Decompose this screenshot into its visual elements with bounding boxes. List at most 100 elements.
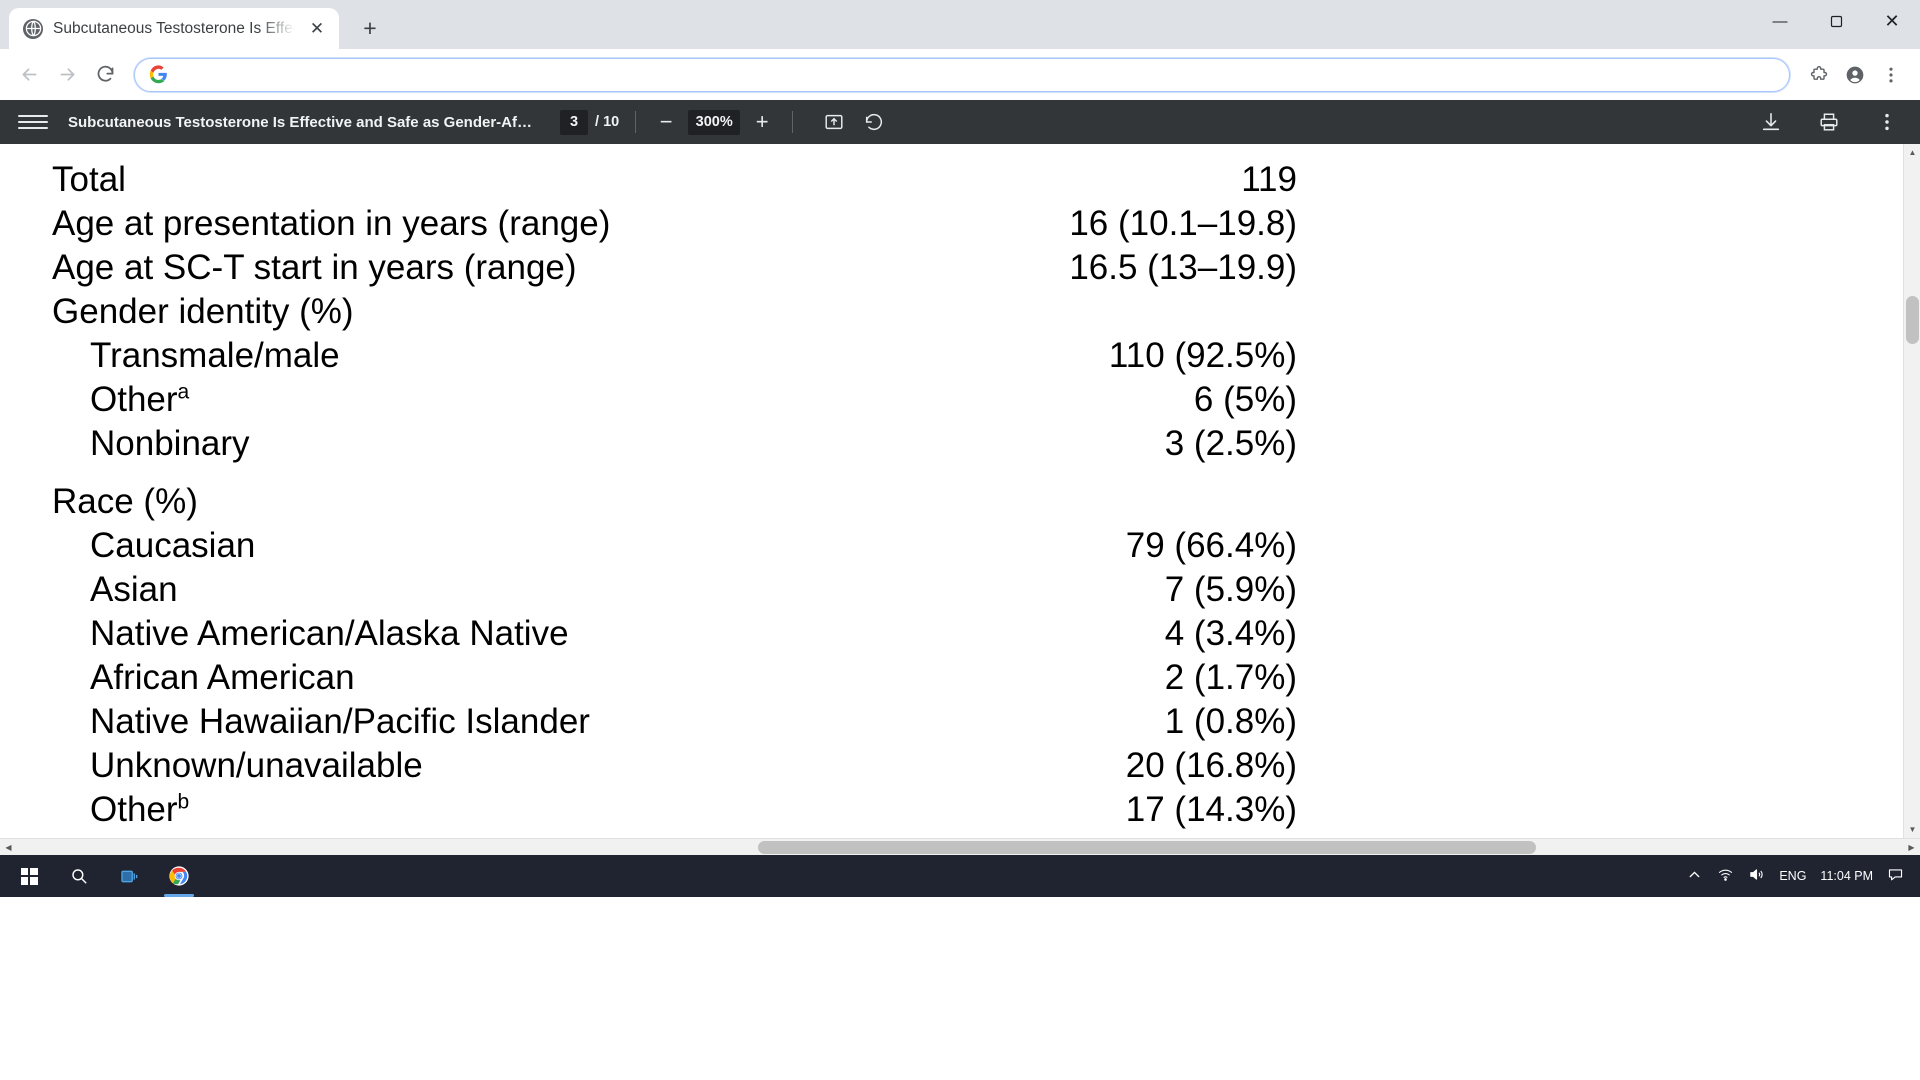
row-value xyxy=(936,290,1297,334)
scroll-right-icon[interactable]: ▶ xyxy=(1903,839,1920,856)
toolbar-divider-2 xyxy=(792,111,794,133)
row-value: 4 (3.4%) xyxy=(1164,614,1297,653)
table-row: Race (%) xyxy=(52,480,1297,524)
horizontal-scroll-thumb[interactable] xyxy=(758,841,1536,854)
row-value: 20 (16.8%) xyxy=(1125,746,1297,785)
browser-tab-title: Subcutaneous Testosterone Is Effective a… xyxy=(53,19,295,37)
row-label: Asian xyxy=(90,570,178,609)
row-label: Age at presentation in years (range) xyxy=(52,204,611,243)
windows-start-icon[interactable] xyxy=(6,855,52,897)
globe-icon xyxy=(23,18,43,39)
footnote-marker: b xyxy=(177,790,190,814)
pdf-page-total: / 10 xyxy=(595,114,620,130)
minimize-button[interactable]: — xyxy=(1752,0,1808,42)
pdf-page-indicator: 3 / 10 xyxy=(560,109,620,135)
table-row: Native Hawaiian/Pacific Islander 1 (0.8%) xyxy=(52,700,1297,744)
row-label: African American xyxy=(90,658,355,697)
row-value: 79 (66.4%) xyxy=(1125,526,1297,565)
row-value: 119 xyxy=(1241,160,1297,199)
row-value xyxy=(936,480,1297,524)
close-window-button[interactable]: ✕ xyxy=(1864,0,1920,42)
row-label: Total xyxy=(52,160,126,199)
speaker-icon[interactable] xyxy=(1748,866,1765,886)
arrow-left-icon[interactable] xyxy=(12,58,46,92)
chrome-icon[interactable] xyxy=(156,855,202,897)
clock[interactable]: 11:04 PM xyxy=(1820,869,1873,883)
address-input[interactable] xyxy=(178,66,1775,83)
table-row: African American 2 (1.7%) xyxy=(52,656,1297,700)
row-value: 2 (1.7%) xyxy=(1164,658,1297,697)
footnote-marker: a xyxy=(177,380,190,404)
fit-to-page-icon[interactable] xyxy=(819,107,849,137)
new-tab-button[interactable]: + xyxy=(353,11,387,45)
row-value: 7 (5.9%) xyxy=(1164,570,1297,609)
maximize-button[interactable] xyxy=(1808,0,1864,42)
account-circle-icon[interactable] xyxy=(1838,58,1872,92)
toolbar-divider xyxy=(635,111,637,133)
table-row: Native American/Alaska Native 4 (3.4%) xyxy=(52,612,1297,656)
row-value: 16 (10.1–19.8) xyxy=(1069,204,1297,243)
table-row: Unknown/unavailable 20 (16.8%) xyxy=(52,744,1297,788)
three-dot-menu-icon[interactable] xyxy=(1874,58,1908,92)
table-row: Age at SC-T start in years (range) 16.5 (… xyxy=(52,246,1297,290)
browser-tab[interactable]: Subcutaneous Testosterone Is Effective a… xyxy=(9,8,339,49)
scroll-down-icon[interactable]: ▼ xyxy=(1904,821,1920,838)
table-row: Otherb 17 (14.3%) xyxy=(52,788,1297,832)
browser-toolbar xyxy=(0,49,1920,100)
notification-icon[interactable] xyxy=(1887,866,1904,886)
windows-taskbar: ENG 11:04 PM xyxy=(0,855,1920,897)
pdf-page-content: Total 119 Age at presentation in years (ra… xyxy=(0,144,1903,838)
close-icon[interactable]: ✕ xyxy=(305,17,329,41)
system-tray: ENG 11:04 PM xyxy=(1686,866,1914,886)
table-row: Asian 7 (5.9%) xyxy=(52,568,1297,612)
address-bar[interactable] xyxy=(134,57,1790,92)
rotate-icon[interactable] xyxy=(859,107,889,137)
chevron-up-icon[interactable] xyxy=(1686,866,1703,886)
print-icon[interactable] xyxy=(1814,107,1844,137)
pdf-viewer-toolbar: Subcutaneous Testosterone Is Effective a… xyxy=(0,100,1920,144)
browser-action-icons xyxy=(1802,58,1908,92)
task-view-icon[interactable] xyxy=(106,855,152,897)
row-label: Race (%) xyxy=(52,482,198,521)
table-row: Nonbinary 3 (2.5%) xyxy=(52,422,1297,466)
google-g-icon xyxy=(149,65,168,84)
zoom-in-button[interactable]: + xyxy=(748,108,776,136)
table-row: Caucasian 79 (66.4%) xyxy=(52,524,1297,568)
pdf-toolbar-right-actions xyxy=(1746,107,1902,137)
table-row: Transmale/male 110 (92.5%) xyxy=(52,334,1297,378)
row-value: 110 (92.5%) xyxy=(1108,336,1297,375)
row-value: 16.5 (13–19.9) xyxy=(1069,248,1297,287)
row-value: 17 (14.3%) xyxy=(1125,790,1297,829)
vertical-scrollbar[interactable]: ▲ ▼ xyxy=(1903,144,1920,838)
search-icon[interactable] xyxy=(56,855,102,897)
hamburger-menu-icon[interactable] xyxy=(18,107,48,137)
pdf-document-title: Subcutaneous Testosterone Is Effective a… xyxy=(68,113,533,131)
table-row: Total 119 xyxy=(52,158,1297,202)
row-label: Transmale/male xyxy=(90,336,340,375)
row-label: Nonbinary xyxy=(90,424,250,463)
row-label: Otherb xyxy=(90,790,190,829)
zoom-out-button[interactable]: − xyxy=(652,108,680,136)
demographics-table: Total 119 Age at presentation in years (ra… xyxy=(52,158,1297,832)
zoom-level-value: 300% xyxy=(688,109,741,135)
vertical-scroll-thumb[interactable] xyxy=(1906,296,1919,344)
row-label: Caucasian xyxy=(90,526,256,565)
row-label: Age at SC-T start in years (range) xyxy=(52,248,577,287)
reload-icon[interactable] xyxy=(88,58,122,92)
arrow-right-icon[interactable] xyxy=(50,58,84,92)
row-label: Native Hawaiian/Pacific Islander xyxy=(90,702,590,741)
row-label: Gender identity (%) xyxy=(52,292,354,331)
pdf-page-input[interactable]: 3 xyxy=(560,109,589,135)
row-value: 1 (0.8%) xyxy=(1164,702,1297,741)
table-row: Othera 6 (5%) xyxy=(52,378,1297,422)
horizontal-scrollbar[interactable]: ◀ ▶ xyxy=(0,838,1920,855)
scroll-up-icon[interactable]: ▲ xyxy=(1904,144,1920,161)
scroll-left-icon[interactable]: ◀ xyxy=(0,839,17,856)
download-icon[interactable] xyxy=(1756,107,1786,137)
language-indicator[interactable]: ENG xyxy=(1779,869,1806,883)
row-value: 6 (5%) xyxy=(1193,380,1297,419)
puzzle-piece-icon[interactable] xyxy=(1802,58,1836,92)
three-dot-menu-icon[interactable] xyxy=(1872,107,1902,137)
table-row: Age at presentation in years (range) 16 (… xyxy=(52,202,1297,246)
wifi-icon[interactable] xyxy=(1717,866,1734,886)
